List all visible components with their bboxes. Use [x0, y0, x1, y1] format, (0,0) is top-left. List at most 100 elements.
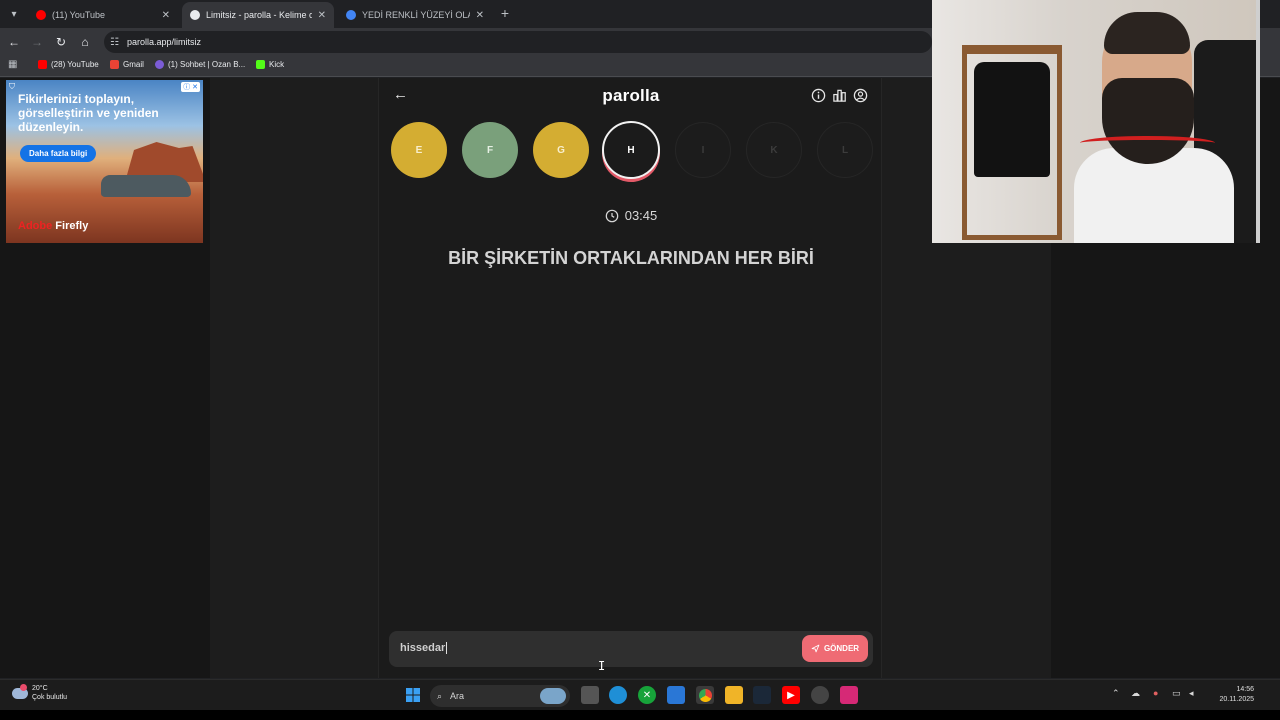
letter-circle-f: F — [462, 122, 518, 178]
address-bar[interactable]: ☷ parolla.app/limitsiz — [104, 31, 932, 53]
send-label: GÖNDER — [823, 644, 860, 653]
url-text: parolla.app/limitsiz — [126, 37, 201, 47]
google-favicon-icon — [346, 10, 356, 20]
hanging-jacket — [974, 62, 1050, 177]
windows-taskbar: 20°C Çok bulutlu ⌕ Ara ✕ ▶ ⌃ ☁ ● ▭ ◂ 14:… — [0, 679, 1280, 710]
microphone-icon[interactable]: ● — [1153, 688, 1158, 698]
letter-circle-g: G — [533, 122, 589, 178]
bookmark-label: (1) Sohbet | Ozan B... — [168, 60, 246, 69]
info-icon[interactable] — [811, 88, 826, 103]
taskbar-search[interactable]: ⌕ Ara — [430, 685, 570, 707]
forward-arrow-icon[interactable]: → — [28, 33, 46, 51]
answer-input[interactable]: hissedar — [400, 642, 448, 655]
letter-circle-l: L — [817, 122, 873, 178]
search-icon: ⌕ — [437, 690, 443, 701]
tray-overflow-icon[interactable]: ⌃ — [1112, 688, 1120, 699]
tab-search-menu-icon[interactable]: ▾ — [4, 4, 24, 24]
profile-icon[interactable] — [853, 88, 868, 103]
bookmark-youtube[interactable]: (28) YouTube — [38, 60, 99, 69]
send-button[interactable]: GÖNDER — [802, 635, 868, 662]
bookmark-gmail[interactable]: Gmail — [110, 60, 144, 69]
clock-icon — [605, 209, 619, 222]
screen-bottom-strip — [0, 710, 1280, 720]
mouse-ibeam-cursor: I — [598, 659, 606, 673]
ad-brand: Adobe Firefly — [18, 220, 88, 232]
ad-car-illustration — [101, 175, 191, 197]
text-caret — [446, 642, 448, 655]
stats-icon[interactable] — [832, 88, 847, 103]
instagram-icon[interactable] — [840, 686, 858, 704]
file-explorer-icon[interactable] — [725, 686, 743, 704]
cloud-icon — [12, 683, 28, 699]
webcam-overlay — [932, 0, 1256, 243]
letter-circle-e: E — [391, 122, 447, 178]
youtube-favicon-icon — [36, 10, 46, 20]
site-info-icon[interactable]: ☷ — [110, 37, 119, 48]
close-tab-icon[interactable]: ✕ — [476, 10, 484, 21]
tab-title: (11) YouTube — [52, 10, 106, 20]
answer-form: hissedar GÖNDER — [389, 631, 873, 667]
ad-brand-name: Firefly — [55, 220, 89, 232]
tab-title: YEDİ RENKLİ YÜZEYİ OLAN ZEK — [362, 10, 470, 20]
apps-grid-icon[interactable]: ▦ — [8, 59, 17, 70]
streamer — [1074, 12, 1234, 243]
search-highlight-icon — [540, 688, 566, 704]
tab-google-search[interactable]: YEDİ RENKLİ YÜZEYİ OLAN ZEK ✕ — [338, 2, 492, 28]
clock[interactable]: 14:56 20.11.2025 — [1208, 685, 1254, 705]
letter-circle-k: K — [746, 122, 802, 178]
question-text: BİR ŞİRKETİN ORTAKLARINDAN HER BİRİ — [448, 248, 814, 268]
webcam-edge — [1256, 0, 1260, 243]
app-header: ← parolla — [379, 78, 883, 114]
reload-icon[interactable]: ↻ — [52, 33, 70, 51]
left-gutter: ⛉ ⓘ ✕ Fikirlerinizi toplayın, görselleşt… — [0, 78, 210, 678]
hair — [1104, 12, 1190, 54]
tab-title: Limitsiz - parolla - Kelime oyunu — [206, 10, 312, 20]
letter-track: E F G H I K L — [391, 121, 873, 182]
network-icon[interactable]: ▭ — [1172, 688, 1181, 699]
weather-widget[interactable]: 20°C Çok bulutlu — [12, 683, 67, 702]
ad-cta-button[interactable]: Daha fazla bilgi — [20, 145, 97, 162]
youtube-icon — [38, 60, 47, 69]
close-tab-icon[interactable]: ✕ — [162, 10, 170, 21]
app-logo: parolla — [602, 86, 660, 105]
bookmark-label: (28) YouTube — [51, 60, 99, 69]
chrome-icon[interactable] — [696, 686, 714, 704]
weather-text: 20°C Çok bulutlu — [32, 684, 67, 702]
adobe-firefly-ad[interactable]: ⛉ ⓘ ✕ Fikirlerinizi toplayın, görselleşt… — [6, 80, 203, 243]
bookmark-label: Gmail — [123, 60, 144, 69]
outlook-icon[interactable] — [667, 686, 685, 704]
close-tab-icon[interactable]: ✕ — [318, 10, 326, 21]
ad-brand-prefix: Adobe — [18, 220, 53, 232]
bookmark-kick[interactable]: Kick — [256, 60, 284, 69]
parolla-app: ← parolla E F G H I K L 03:45 BİR ŞİRKET… — [378, 78, 882, 678]
bookmark-sohbet[interactable]: (1) Sohbet | Ozan B... — [155, 60, 245, 69]
kick-icon — [256, 60, 265, 69]
ad-choices-icon[interactable]: ⓘ ✕ — [181, 82, 200, 92]
home-icon[interactable]: ⌂ — [76, 33, 94, 51]
clock-date: 20.11.2025 — [1219, 696, 1254, 703]
edge-icon[interactable] — [609, 686, 627, 704]
ad-headline: Fikirlerinizi toplayın, görselleştirin v… — [18, 92, 159, 134]
back-arrow-icon[interactable]: ← — [5, 33, 23, 51]
tab-youtube[interactable]: (11) YouTube ✕ — [28, 2, 178, 28]
chat-icon — [155, 60, 164, 69]
headset-icon — [1080, 136, 1215, 150]
app-icon[interactable] — [811, 686, 829, 704]
youtube-icon[interactable]: ▶ — [782, 686, 800, 704]
steam-icon[interactable] — [753, 686, 771, 704]
windows-start-icon[interactable] — [404, 686, 422, 704]
parolla-favicon-icon — [190, 10, 200, 20]
volume-icon[interactable]: ◂ — [1189, 688, 1194, 699]
ad-badge-icon: ⛉ — [9, 82, 15, 91]
task-view-icon[interactable] — [581, 686, 599, 704]
clock-time: 14:56 — [1236, 686, 1254, 693]
timer: 03:45 — [379, 208, 883, 223]
xbox-icon[interactable]: ✕ — [638, 686, 656, 704]
search-label: Ara — [450, 691, 465, 701]
weather-desc: Çok bulutlu — [32, 694, 68, 701]
gmail-icon — [110, 60, 119, 69]
answer-value: hissedar — [400, 642, 446, 654]
onedrive-icon[interactable]: ☁ — [1131, 688, 1140, 699]
tab-parolla[interactable]: Limitsiz - parolla - Kelime oyunu ✕ — [182, 2, 334, 28]
new-tab-plus-icon[interactable]: + — [497, 4, 513, 22]
